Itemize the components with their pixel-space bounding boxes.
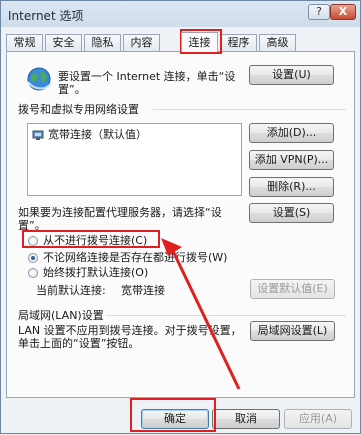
internet-options-window: Internet 选项 ? X 常规 安全 隐私 内容 连接 程序 高级 要设置… xyxy=(0,0,361,434)
red-arrow-annotation xyxy=(161,238,241,390)
tab-connections[interactable]: 连接 xyxy=(181,32,218,52)
